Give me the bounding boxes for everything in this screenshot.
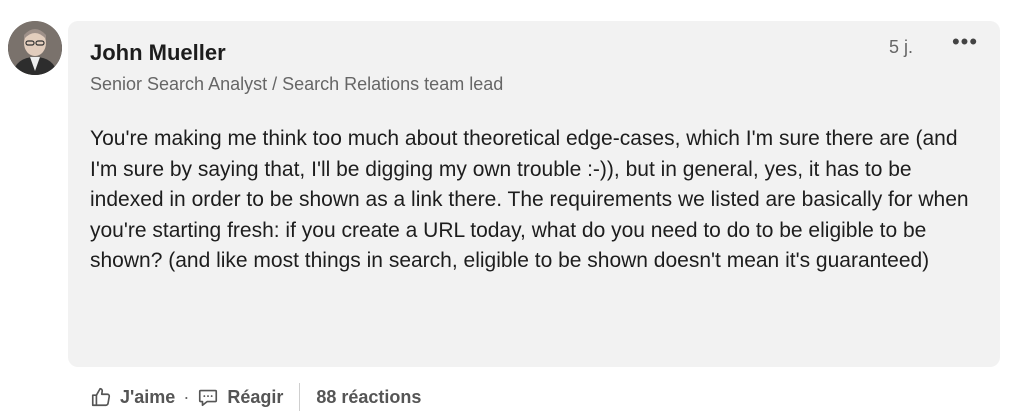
comment-icon — [199, 389, 218, 407]
like-button[interactable]: J'aime — [90, 386, 175, 408]
reply-button[interactable]: Réagir — [197, 386, 283, 408]
reactions-count[interactable]: 88 réactions — [316, 387, 421, 408]
separator-dot: · — [183, 386, 190, 407]
more-options-button[interactable]: ••• — [950, 31, 980, 58]
author-name[interactable]: John Mueller — [90, 40, 226, 66]
like-label: J'aime — [120, 386, 176, 407]
comment-text: You're making me think too much about th… — [90, 127, 969, 273]
comment-actions: J'aime · Réagir 88 réactions — [90, 380, 421, 414]
ellipsis-icon: ••• — [951, 29, 979, 54]
avatar[interactable] — [8, 21, 62, 75]
reply-label: Réagir — [227, 386, 284, 407]
divider — [299, 383, 301, 411]
author-headline: Senior Search Analyst / Search Relations… — [90, 74, 504, 94]
timestamp: 5 j. — [889, 37, 914, 57]
thumbs-up-icon — [91, 387, 111, 407]
